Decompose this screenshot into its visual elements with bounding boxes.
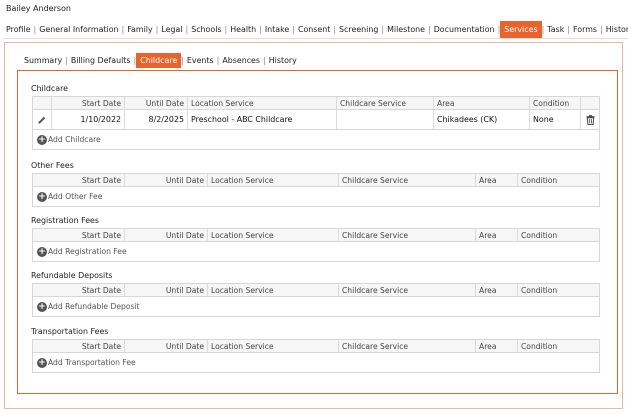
cell-location-service: Preschool - ABC Childcare: [188, 110, 337, 129]
header-location-service[interactable]: Location Service: [208, 174, 339, 186]
tab-health[interactable]: Health: [227, 21, 259, 38]
header-area[interactable]: Area: [476, 284, 518, 296]
header-childcare-service[interactable]: Childcare Service: [337, 97, 434, 109]
section-title-childcare: Childcare: [31, 84, 69, 93]
tab-documentation[interactable]: Documentation: [431, 21, 498, 38]
tab-services[interactable]: Services: [500, 21, 542, 38]
header-until-date[interactable]: Until Date: [125, 97, 188, 109]
header-childcare-service[interactable]: Childcare Service: [339, 229, 476, 241]
transportation-fees-grid: Start Date Until Date Location Service C…: [32, 339, 600, 373]
subtab-history[interactable]: History: [266, 53, 300, 68]
add-transportation-fee-label: Add Transportation Fee: [48, 358, 136, 367]
tab-family[interactable]: Family: [124, 21, 155, 38]
tab-consent[interactable]: Consent: [295, 21, 333, 38]
section-title-registration-fees: Registration Fees: [31, 216, 100, 225]
header-location-service[interactable]: Location Service: [208, 229, 339, 241]
subtab-summary[interactable]: Summary: [21, 53, 65, 68]
header-area[interactable]: Area: [476, 174, 518, 186]
grid-header: Start Date Until Date Location Service C…: [33, 229, 599, 242]
header-start-date[interactable]: Start Date: [33, 340, 125, 352]
add-other-fee-label: Add Other Fee: [48, 192, 103, 201]
trash-icon[interactable]: [581, 110, 599, 129]
childcare-grid: Start Date Until Date Location Service C…: [32, 96, 600, 150]
plus-circle-icon: +: [37, 301, 47, 312]
header-location-service[interactable]: Location Service: [188, 97, 337, 109]
tab-profile[interactable]: Profile: [3, 21, 34, 38]
cell-condition: None: [530, 110, 581, 129]
section-title-refundable-deposits: Refundable Deposits: [31, 271, 113, 280]
plus-circle-icon: +: [37, 134, 47, 145]
tab-forms[interactable]: Forms: [570, 21, 600, 38]
tab-task[interactable]: Task: [544, 21, 567, 38]
table-row: 1/10/2022 8/2/2025 Preschool - ABC Child…: [33, 110, 599, 130]
header-childcare-service[interactable]: Childcare Service: [339, 174, 476, 186]
subtab-events[interactable]: Events: [184, 53, 217, 68]
tab-milestone[interactable]: Milestone: [384, 21, 428, 38]
grid-header: Start Date Until Date Location Service C…: [33, 174, 599, 187]
header-until-date[interactable]: Until Date: [125, 284, 208, 296]
cell-start-date: 1/10/2022: [52, 110, 125, 129]
add-transportation-fee-button[interactable]: + Add Transportation Fee: [33, 353, 599, 372]
edit-icon[interactable]: [33, 110, 52, 129]
header-start-date[interactable]: Start Date: [33, 229, 125, 241]
cell-area: Chikadees (CK): [434, 110, 530, 129]
top-tab-bar: Profile | General Information | Family |…: [3, 21, 628, 39]
tab-history[interactable]: History: [603, 21, 628, 38]
header-until-date[interactable]: Until Date: [125, 174, 208, 186]
add-other-fee-button[interactable]: + Add Other Fee: [33, 187, 599, 206]
header-condition[interactable]: Condition: [518, 340, 599, 352]
header-start-date[interactable]: Start Date: [33, 174, 125, 186]
plus-circle-icon: +: [37, 191, 47, 202]
grid-header: Start Date Until Date Location Service C…: [33, 284, 599, 297]
header-location-service[interactable]: Location Service: [208, 284, 339, 296]
header-area[interactable]: Area: [476, 229, 518, 241]
plus-circle-icon: +: [37, 246, 47, 257]
add-refundable-deposit-button[interactable]: + Add Refundable Deposit: [33, 297, 599, 316]
services-panel: Summary | Billing Defaults | Childcare |…: [4, 42, 623, 409]
header-childcare-service[interactable]: Childcare Service: [339, 284, 476, 296]
header-start-date[interactable]: Start Date: [33, 284, 125, 296]
registration-fees-grid: Start Date Until Date Location Service C…: [32, 228, 600, 262]
subtab-childcare[interactable]: Childcare: [136, 53, 182, 68]
add-childcare-label: Add Childcare: [48, 135, 101, 144]
header-childcare-service[interactable]: Childcare Service: [339, 340, 476, 352]
header-until-date[interactable]: Until Date: [125, 340, 208, 352]
add-childcare-button[interactable]: + Add Childcare: [33, 130, 599, 149]
person-name: Bailey Anderson: [6, 4, 71, 13]
header-condition[interactable]: Condition: [518, 174, 599, 186]
grid-header: Start Date Until Date Location Service C…: [33, 97, 599, 110]
grid-header: Start Date Until Date Location Service C…: [33, 340, 599, 353]
tab-intake[interactable]: Intake: [262, 21, 292, 38]
subtab-billing-defaults[interactable]: Billing Defaults: [68, 53, 134, 68]
header-until-date[interactable]: Until Date: [125, 229, 208, 241]
plus-circle-icon: +: [37, 357, 47, 368]
cell-until-date: 8/2/2025: [125, 110, 188, 129]
header-location-service[interactable]: Location Service: [208, 340, 339, 352]
cell-childcare-service: [337, 110, 434, 129]
tab-schools[interactable]: Schools: [188, 21, 224, 38]
sub-tab-bar: Summary | Billing Defaults | Childcare |…: [21, 53, 300, 68]
childcare-content: Childcare Start Date Until Date Location…: [17, 70, 618, 394]
header-start-date[interactable]: Start Date: [52, 97, 125, 109]
other-fees-grid: Start Date Until Date Location Service C…: [32, 173, 600, 207]
section-title-other-fees: Other Fees: [31, 161, 74, 170]
tab-screening[interactable]: Screening: [336, 21, 381, 38]
tab-general-information[interactable]: General Information: [36, 21, 121, 38]
subtab-absences[interactable]: Absences: [219, 53, 263, 68]
header-condition[interactable]: Condition: [518, 284, 599, 296]
header-actions: [33, 97, 52, 109]
add-registration-fee-label: Add Registration Fee: [48, 247, 127, 256]
header-condition[interactable]: Condition: [518, 229, 599, 241]
tab-legal[interactable]: Legal: [158, 21, 185, 38]
section-title-transportation-fees: Transportation Fees: [31, 327, 109, 336]
add-refundable-deposit-label: Add Refundable Deposit: [48, 302, 140, 311]
header-area[interactable]: Area: [476, 340, 518, 352]
refundable-deposits-grid: Start Date Until Date Location Service C…: [32, 283, 600, 317]
header-delete: [581, 97, 599, 109]
header-condition[interactable]: Condition: [530, 97, 581, 109]
header-area[interactable]: Area: [434, 97, 530, 109]
add-registration-fee-button[interactable]: + Add Registration Fee: [33, 242, 599, 261]
